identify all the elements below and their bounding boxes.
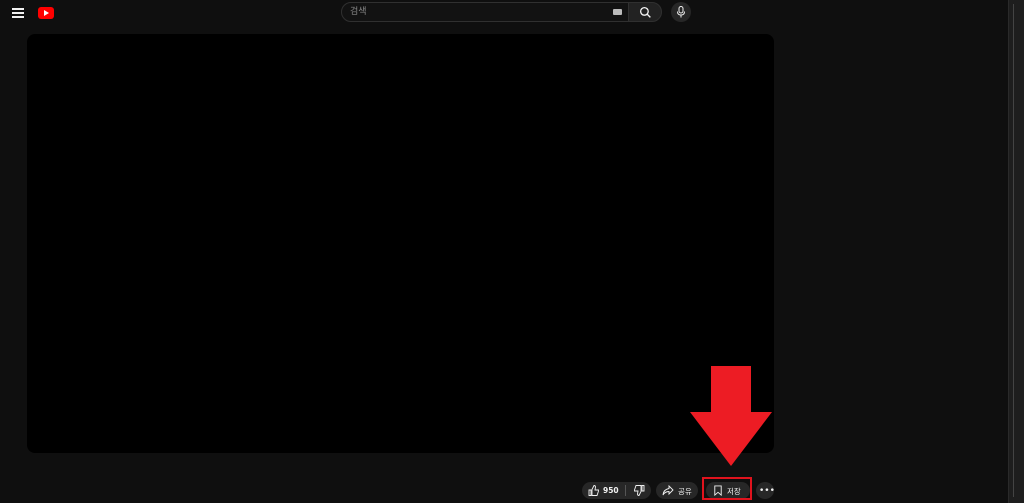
thumbs-up-icon [588, 485, 599, 496]
scroll-thumb[interactable] [1013, 4, 1022, 497]
save-highlight-box [702, 477, 752, 500]
microphone-icon [677, 6, 685, 18]
like-count: 950 [603, 486, 619, 495]
more-dots-icon: ••• [759, 486, 775, 496]
red-arrow-down-icon [690, 366, 772, 466]
share-label: 공유 [678, 487, 692, 496]
keyboard-icon[interactable] [613, 9, 622, 15]
search-box[interactable] [341, 2, 629, 22]
share-button[interactable]: 공유 [656, 482, 698, 499]
share-icon [662, 485, 674, 496]
dislike-button[interactable] [628, 482, 650, 499]
page-scrollbar[interactable] [1008, 0, 1024, 503]
search-button[interactable] [628, 2, 662, 22]
divider [625, 485, 626, 496]
more-actions-button[interactable]: ••• [756, 482, 775, 499]
search-input[interactable] [350, 5, 600, 19]
youtube-logo[interactable] [38, 7, 54, 19]
thumbs-down-icon [634, 485, 645, 496]
menu-icon[interactable] [12, 6, 28, 22]
like-dislike-group: 950 [582, 482, 651, 499]
search-icon [639, 6, 651, 18]
video-player[interactable] [27, 34, 774, 453]
like-button[interactable]: 950 [582, 482, 622, 499]
voice-search-button[interactable] [671, 2, 691, 22]
